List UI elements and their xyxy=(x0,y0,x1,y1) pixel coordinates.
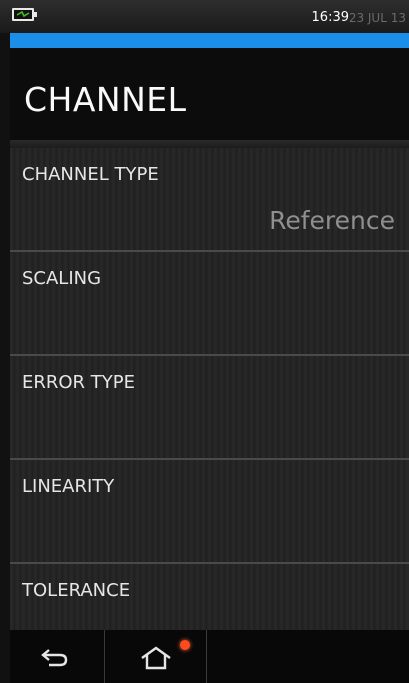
list-item-tolerance[interactable]: TOLERANCE xyxy=(10,564,409,630)
item-label: SCALING xyxy=(22,268,102,289)
status-bar: 16:39 23 JUL 13 xyxy=(0,0,409,33)
back-arrow-icon[interactable] xyxy=(40,646,70,668)
item-label: LINEARITY xyxy=(22,476,115,497)
nav-separator xyxy=(104,630,105,683)
settings-list: CHANNEL TYPE Reference SCALING ERROR TYP… xyxy=(10,148,409,630)
header-divider xyxy=(10,140,409,148)
status-time: 16:39 xyxy=(311,10,349,25)
item-label: CHANNEL TYPE xyxy=(22,164,159,185)
list-item-channel-type[interactable]: CHANNEL TYPE Reference xyxy=(10,148,409,252)
list-item-error-type[interactable]: ERROR TYPE xyxy=(10,356,409,460)
notification-indicator xyxy=(180,640,190,650)
navigation-bar xyxy=(10,630,409,683)
item-label: ERROR TYPE xyxy=(22,372,136,393)
home-icon[interactable] xyxy=(138,644,174,672)
list-item-linearity[interactable]: LINEARITY xyxy=(10,460,409,564)
nav-separator xyxy=(206,630,207,683)
page-header: CHANNEL xyxy=(10,48,409,140)
item-value: Reference xyxy=(269,206,395,235)
page-title: CHANNEL xyxy=(24,80,187,119)
battery-charging-icon xyxy=(12,8,37,21)
accent-bar xyxy=(10,33,409,48)
item-label: TOLERANCE xyxy=(22,580,131,601)
list-item-scaling[interactable]: SCALING xyxy=(10,252,409,356)
status-date: 23 JUL 13 xyxy=(348,11,406,25)
